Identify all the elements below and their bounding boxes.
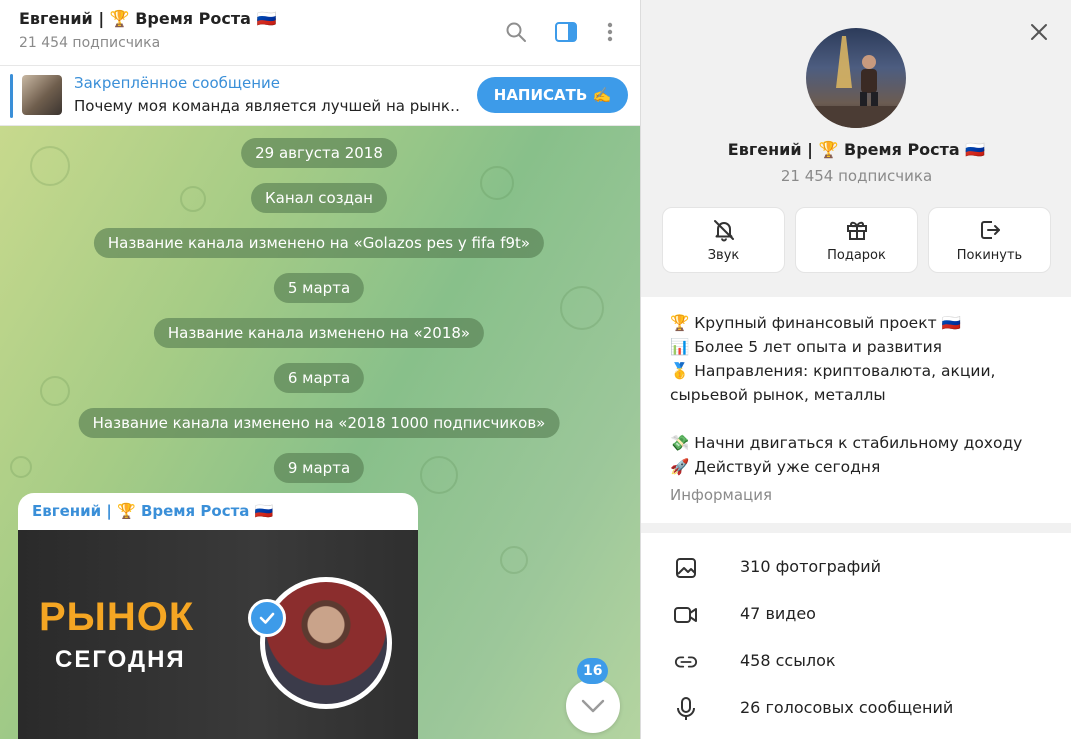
description-line: 📊 Более 5 лет опыта и развития <box>670 338 942 356</box>
post-image[interactable]: РЫНОК СЕГОДНЯ <box>18 530 418 739</box>
chat-header[interactable]: Евгений | 🏆 Время Роста 🇷🇺 21 454 подпис… <box>0 0 640 66</box>
chat-pane: Евгений | 🏆 Время Роста 🇷🇺 21 454 подпис… <box>0 0 640 739</box>
description-line: 🥇 Направления: криптовалюта, акции, <box>670 362 996 380</box>
media-row-videos[interactable]: 47 видео <box>641 591 1071 638</box>
service-message: Название канала изменено на «2018 1000 п… <box>78 408 560 438</box>
pinned-message[interactable]: Закреплённое сообщение Почему моя команд… <box>0 66 640 126</box>
service-message: Название канала изменено на «Golazos pes… <box>93 228 545 258</box>
service-date: 5 марта <box>273 273 365 303</box>
background-pattern <box>40 376 70 406</box>
media-row-label: 458 ссылок <box>740 651 836 670</box>
channel-avatar[interactable] <box>806 28 906 128</box>
gift-icon <box>846 221 867 240</box>
description-line: 💸 Начни двигаться к стабильному доходу <box>670 434 1023 452</box>
media-row-label: 26 голосовых сообщений <box>740 698 954 717</box>
media-row-label: 310 фотографий <box>740 557 882 576</box>
background-pattern <box>560 286 604 330</box>
service-date: 9 марта <box>273 453 365 483</box>
mute-label: Звук <box>707 247 740 263</box>
gift-label: Подарок <box>827 247 886 263</box>
banner-subtitle: СЕГОДНЯ <box>55 646 186 673</box>
chat-subscriber-count: 21 454 подписчика <box>19 35 161 51</box>
pinned-title: Закреплённое сообщение <box>74 74 281 92</box>
write-button[interactable]: НАПИСАТЬ ✍️ <box>477 77 628 113</box>
leave-icon <box>980 220 1000 239</box>
photo-icon <box>674 556 698 580</box>
description-line: 🚀 Действуй уже сегодня <box>670 458 881 476</box>
channel-subscriber-count: 21 454 подписчика <box>780 167 933 185</box>
description-line: сырьевой рынок, металлы <box>670 386 886 404</box>
scroll-down-button[interactable] <box>566 679 620 733</box>
background-pattern <box>480 166 514 200</box>
pinned-indicator <box>10 74 13 118</box>
shared-media-list: 310 фотографий 47 видео 458 ссылок 26 го… <box>641 533 1071 739</box>
search-icon[interactable] <box>502 18 530 46</box>
service-date: 29 августа 2018 <box>241 138 397 168</box>
description-label: Информация <box>670 486 773 504</box>
background-pattern <box>10 456 32 478</box>
link-icon <box>674 650 698 674</box>
verified-badge-icon <box>248 599 286 637</box>
media-row-voice[interactable]: 26 голосовых сообщений <box>641 685 1071 732</box>
chat-title[interactable]: Евгений | 🏆 Время Роста 🇷🇺 <box>19 9 276 28</box>
sidebar-toggle-icon[interactable] <box>552 18 580 46</box>
pinned-text: Почему моя команда является лучшей на ры… <box>74 97 459 115</box>
unread-count-badge: 16 <box>577 658 609 684</box>
video-icon <box>674 603 698 627</box>
banner-title: РЫНОК <box>39 595 195 639</box>
channel-info-pane: Евгений | 🏆 Время Роста 🇷🇺 21 454 подпис… <box>640 0 1071 739</box>
chevron-down-icon <box>581 699 605 713</box>
service-message: Канал создан <box>251 183 387 213</box>
mute-button[interactable]: Звук <box>662 207 785 273</box>
media-row-photos[interactable]: 310 фотографий <box>641 544 1071 591</box>
gift-button[interactable]: Подарок <box>795 207 918 273</box>
background-pattern <box>420 456 458 494</box>
post-author[interactable]: Евгений | 🏆 Время Роста 🇷🇺 <box>32 502 273 520</box>
background-pattern <box>30 146 70 186</box>
leave-button[interactable]: Покинуть <box>928 207 1051 273</box>
leave-label: Покинуть <box>956 247 1023 263</box>
media-row-links[interactable]: 458 ссылок <box>641 638 1071 685</box>
pinned-thumbnail <box>22 75 62 115</box>
info-header: Евгений | 🏆 Время Роста 🇷🇺 21 454 подпис… <box>641 0 1071 295</box>
bell-off-icon <box>713 219 734 241</box>
microphone-icon <box>674 697 698 721</box>
channel-post[interactable]: Евгений | 🏆 Время Роста 🇷🇺 РЫНОК СЕГОДНЯ <box>18 493 418 739</box>
background-pattern <box>180 186 206 212</box>
more-vertical-icon[interactable] <box>596 18 624 46</box>
close-icon[interactable] <box>1025 18 1053 46</box>
service-date: 6 марта <box>273 363 365 393</box>
description-line: 🏆 Крупный финансовый проект 🇷🇺 <box>670 314 961 332</box>
channel-name: Евгений | 🏆 Время Роста 🇷🇺 <box>727 140 986 159</box>
channel-description: 🏆 Крупный финансовый проект 🇷🇺 📊 Более 5… <box>641 297 1071 523</box>
service-message: Название канала изменено на «2018» <box>153 318 485 348</box>
portrait-photo <box>260 577 392 709</box>
media-row-label: 47 видео <box>740 604 816 623</box>
background-pattern <box>500 546 528 574</box>
